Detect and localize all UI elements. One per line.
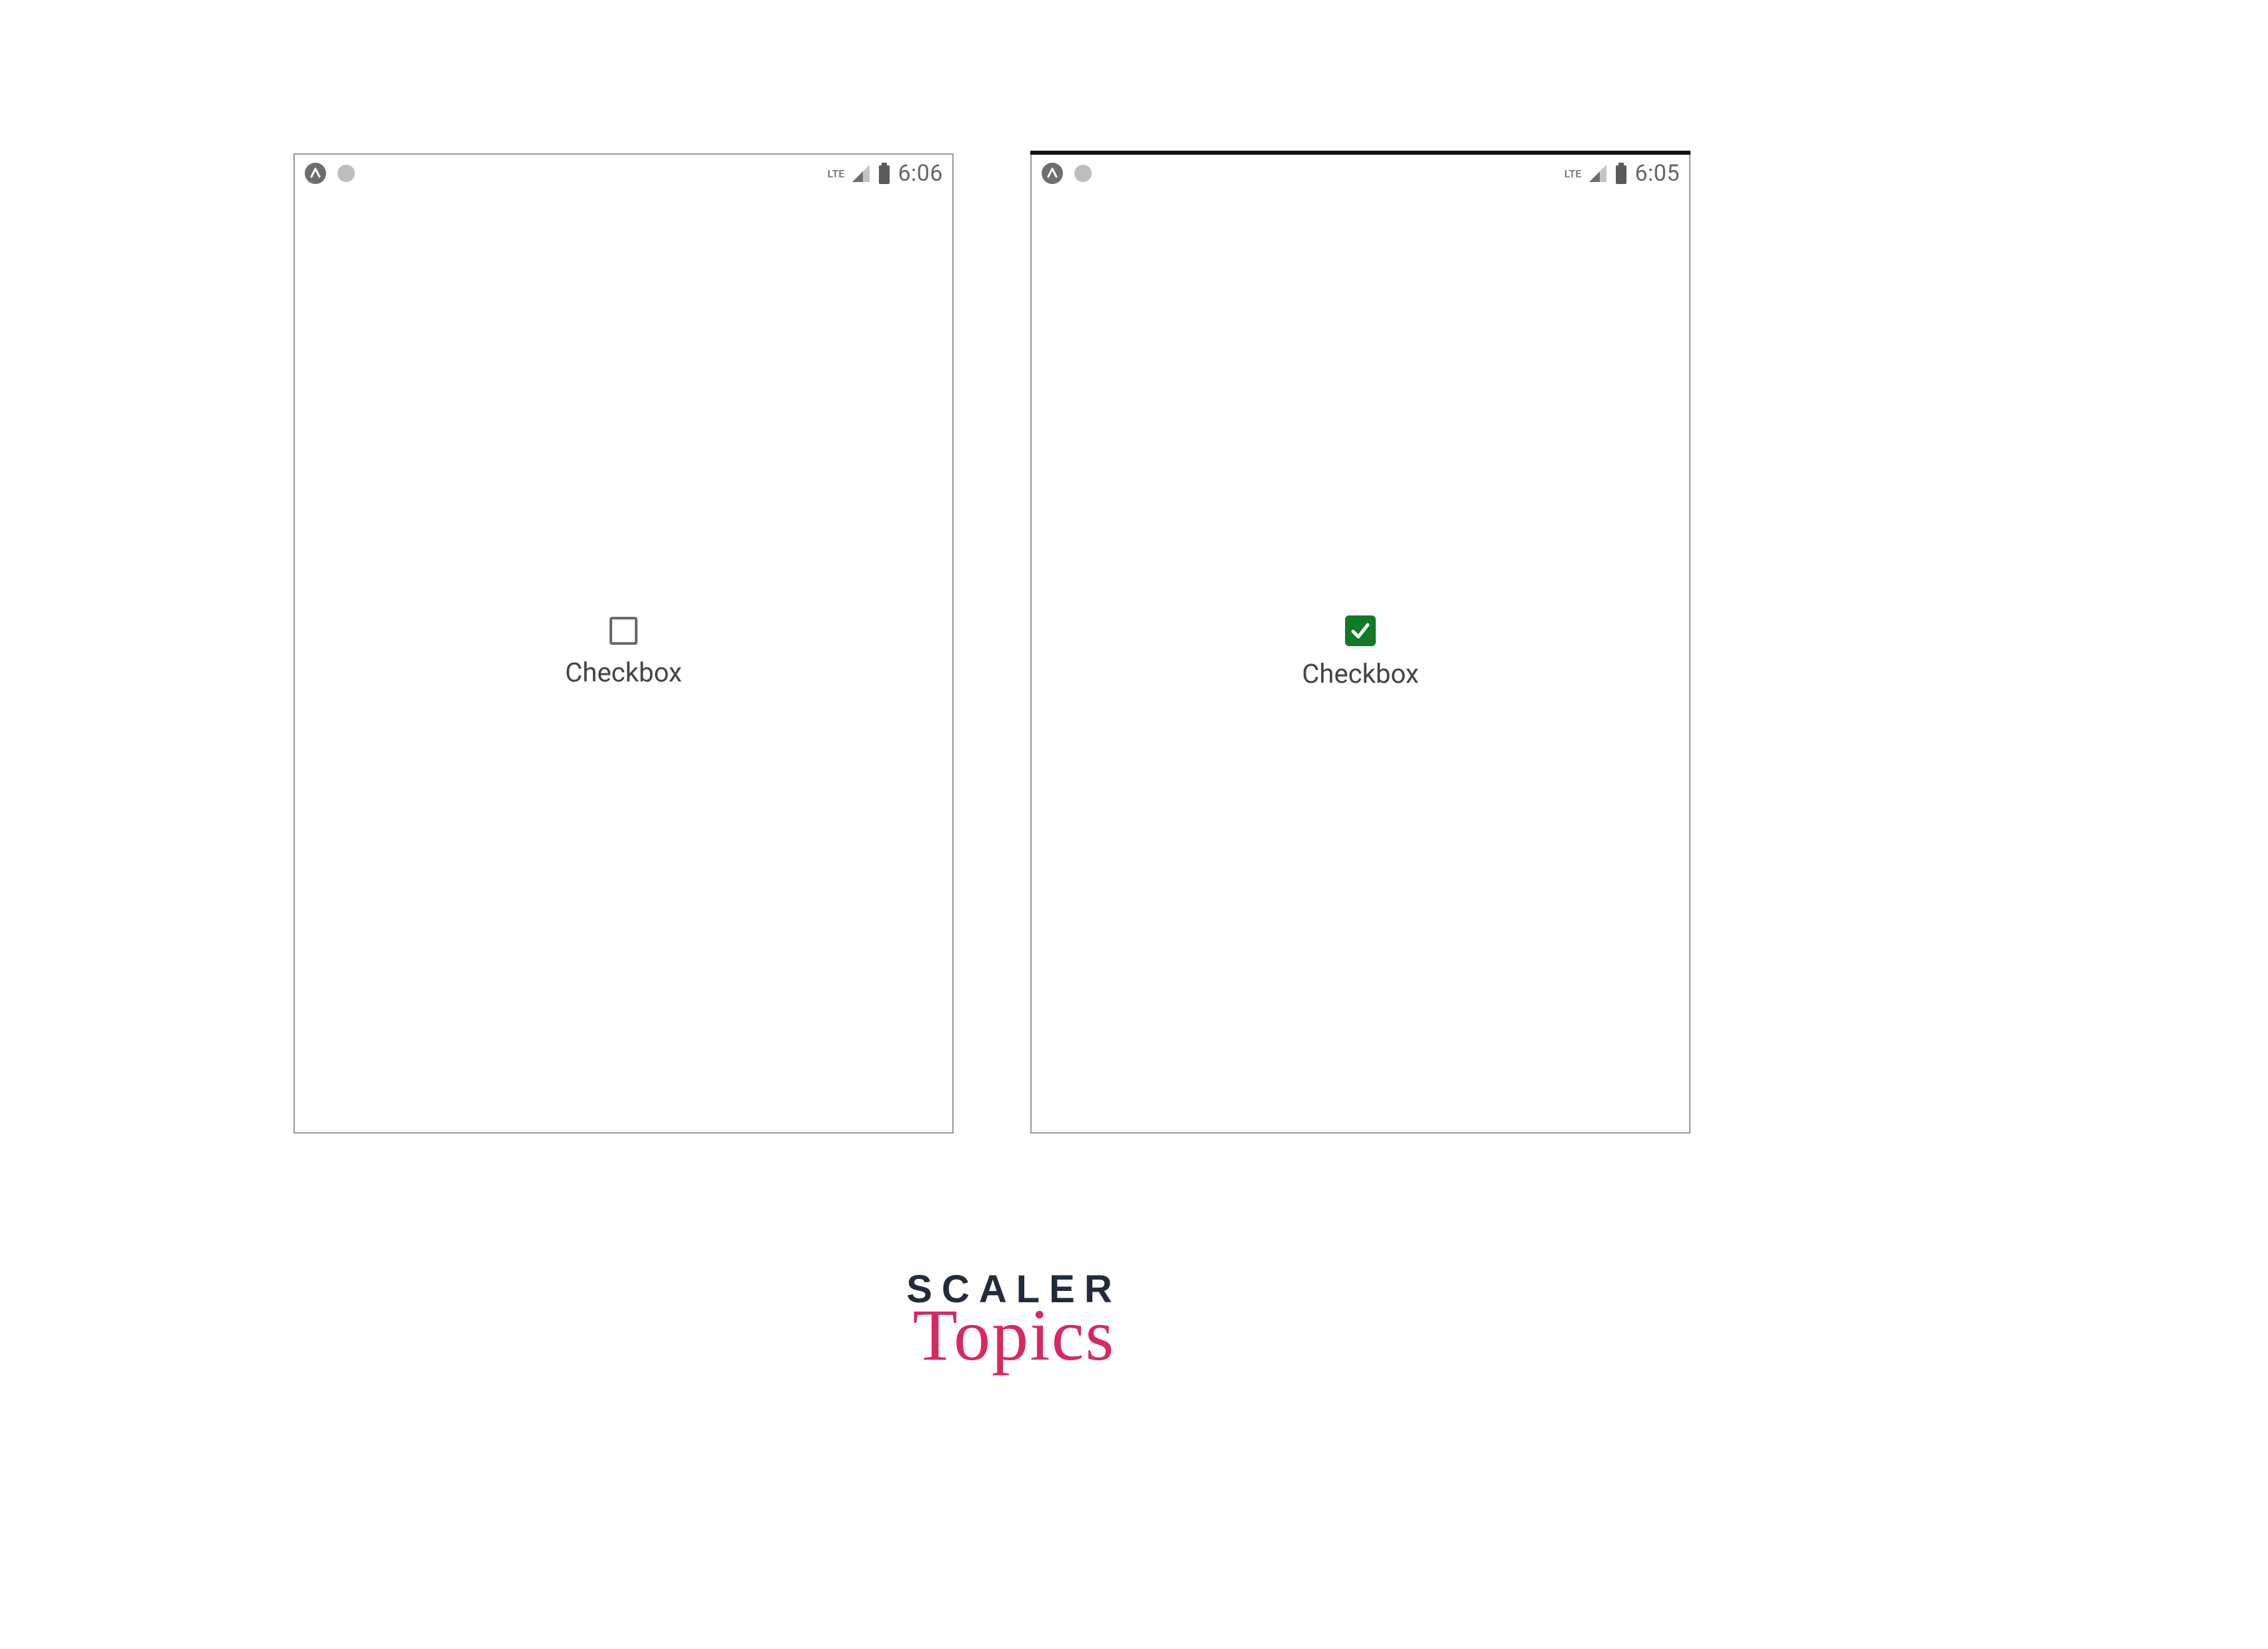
checkmark-icon [1349,619,1372,642]
signal-icon [851,163,871,183]
phone-checked: LTE 6:05 [1030,153,1690,1134]
screen-body: Checkbox [1032,192,1689,1132]
status-left [1041,162,1093,185]
screens-wrap: LTE 6:06 Checkbox [293,153,1690,1134]
app-badge-icon [304,162,327,185]
app-badge-icon [1041,162,1064,185]
status-left [304,162,356,185]
phone-unchecked: LTE 6:06 Checkbox [293,153,954,1134]
checkbox-unchecked[interactable] [610,617,638,645]
battery-icon [1614,163,1628,184]
status-bar: LTE 6:06 [295,155,952,192]
status-right: LTE 6:05 [1564,160,1680,187]
status-right: LTE 6:06 [828,160,943,187]
clock: 6:05 [1634,160,1680,187]
brand-line2: Topics [906,1293,1121,1378]
checkbox-checked[interactable] [1345,615,1376,646]
dot-icon [1073,163,1093,183]
status-bar: LTE 6:05 [1032,155,1689,192]
network-lte-label: LTE [1564,167,1582,180]
checkbox-label: Checkbox [565,657,682,688]
dot-icon [336,163,356,183]
checkbox-label: Checkbox [1302,658,1418,689]
battery-icon [878,163,891,184]
clock: 6:06 [898,160,943,187]
checkbox-group: Checkbox [565,617,682,688]
screen-body: Checkbox [295,192,952,1132]
network-lte-label: LTE [828,167,845,180]
checkbox-group: Checkbox [1302,615,1418,689]
brand-logo: SCALER Topics [906,1267,1121,1378]
signal-icon [1588,163,1608,183]
